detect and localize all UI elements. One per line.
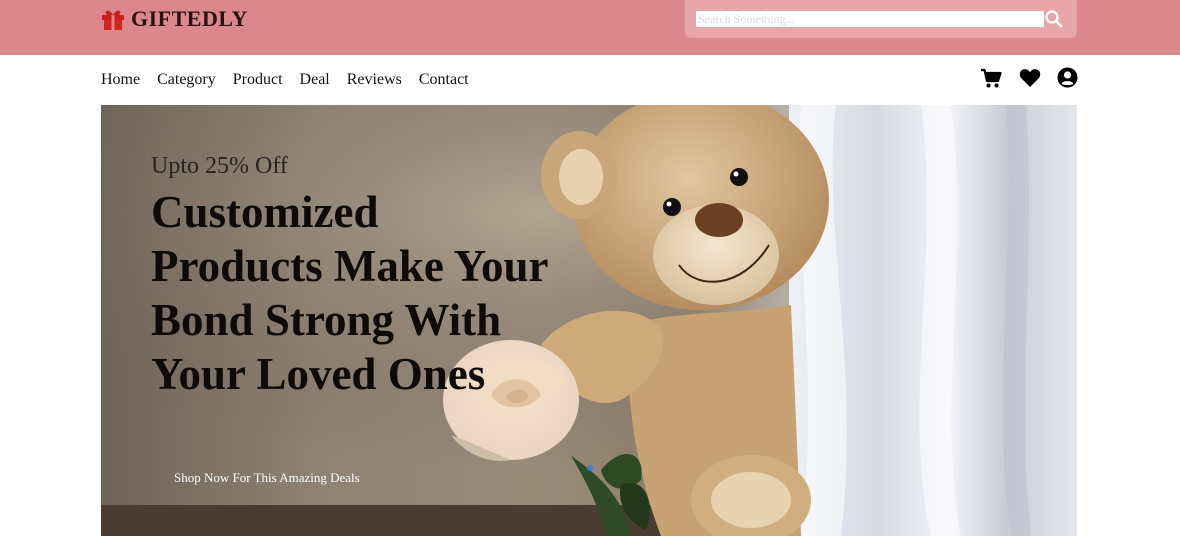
nav-actions [980,67,1078,94]
carousel-indicator[interactable] [587,465,593,471]
hero-headline: Customized Products Make Your Bond Stron… [151,187,548,399]
nav-item-deal[interactable]: Deal [300,70,330,90]
search-icon[interactable] [1044,9,1064,29]
gift-icon [101,7,125,31]
search-input[interactable] [696,11,1044,27]
top-header: GIFTEDLY [0,0,1180,55]
search-bar [685,0,1077,38]
user-icon[interactable] [1057,67,1078,93]
nav-item-category[interactable]: Category [157,70,216,90]
brand-name: GIFTEDLY [131,6,248,31]
nav-item-contact[interactable]: Contact [419,70,469,90]
nav-item-home[interactable]: Home [101,70,140,90]
main-nav: Home Category Product Deal Reviews Conta… [101,70,486,90]
shop-now-link[interactable]: Shop Now For This Amazing Deals [174,470,360,486]
nav-item-product[interactable]: Product [233,70,283,90]
heart-icon[interactable] [1019,68,1041,93]
brand-logo[interactable]: GIFTEDLY [101,6,248,32]
hero-banner: Upto 25% Off Customized Products Make Yo… [101,105,1077,536]
cart-icon[interactable] [980,67,1002,94]
nav-item-reviews[interactable]: Reviews [347,70,402,90]
hero-discount-label: Upto 25% Off [151,153,288,179]
